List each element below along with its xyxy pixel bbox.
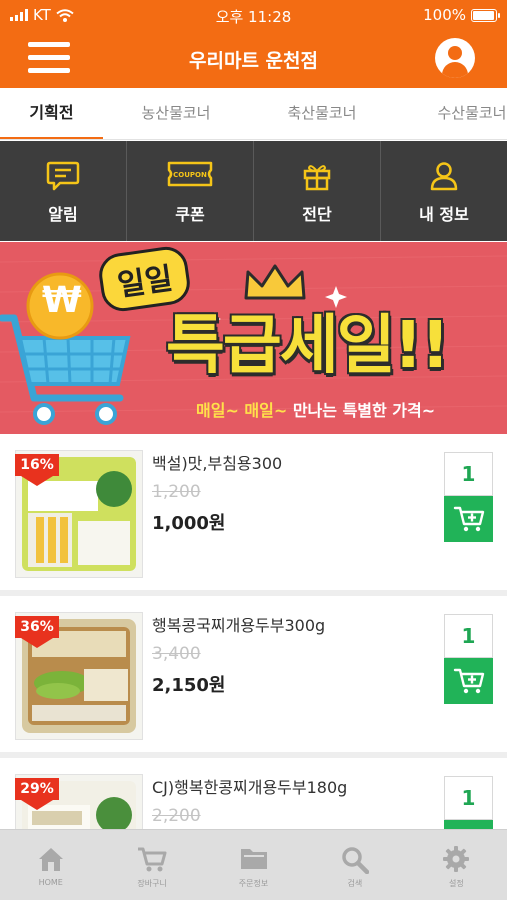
nav-home[interactable]: HOME bbox=[0, 830, 101, 900]
nav-settings[interactable]: 설정 bbox=[406, 830, 507, 900]
page-title: 우리마트 운천점 bbox=[189, 50, 318, 72]
quick-menu-label: 쿠폰 bbox=[175, 205, 205, 224]
quick-menu-label: 내 정보 bbox=[419, 205, 469, 224]
product-name[interactable]: 백설)맛,부침용300 bbox=[152, 450, 282, 474]
quick-menu-coupon[interactable]: COUPON 쿠폰 bbox=[127, 141, 254, 241]
nav-label: 장바구니 bbox=[137, 879, 167, 888]
quantity-field[interactable]: 1 bbox=[444, 776, 493, 820]
quick-menu-flyer[interactable]: 전단 bbox=[254, 141, 381, 241]
original-price: 1,200 bbox=[152, 482, 201, 502]
nav-label: HOME bbox=[38, 878, 63, 887]
tab-special[interactable]: 기획전 bbox=[0, 88, 103, 139]
quick-menu-label: 알림 bbox=[48, 205, 78, 224]
status-bar: KT 오후 11:28 100% bbox=[0, 0, 507, 30]
quantity-field[interactable]: 1 bbox=[444, 614, 493, 658]
nav-search[interactable]: 검색 bbox=[304, 830, 405, 900]
tab-meat[interactable]: 축산물코너 bbox=[268, 88, 376, 139]
tab-produce[interactable]: 농산물코너 bbox=[122, 88, 230, 139]
banner-subtitle-text: 만나는 특별한 가격~ bbox=[287, 401, 436, 420]
nav-label: 검색 bbox=[347, 879, 363, 888]
nav-label: 설정 bbox=[448, 879, 464, 888]
quick-menu-my-info[interactable]: 내 정보 bbox=[381, 141, 507, 241]
quick-menu-label: 전단 bbox=[302, 205, 332, 224]
person-icon bbox=[430, 162, 458, 191]
sale-price: 1,000원 bbox=[152, 513, 226, 534]
discount-badge: 16% bbox=[15, 454, 59, 486]
original-price: 3,400 bbox=[152, 644, 201, 664]
original-price: 2,200 bbox=[152, 806, 201, 826]
coupon-icon-text: COUPON bbox=[173, 171, 207, 179]
add-to-cart-icon bbox=[453, 668, 485, 694]
discount-badge: 36% bbox=[15, 616, 59, 648]
quick-menu: 알림 COUPON 쿠폰 전단 내 정보 bbox=[0, 141, 507, 241]
banner-subtitle: 매일~ 매일~ 만나는 특별한 가격~ bbox=[196, 397, 435, 421]
nav-label: 주문정보 bbox=[238, 879, 269, 888]
product-item[interactable]: 36% 행복콩국찌개용두부300g 3,400 2,150원 1 bbox=[0, 596, 507, 758]
tab-seafood[interactable]: 수산물코너 bbox=[418, 88, 507, 139]
product-name[interactable]: CJ)행복한콩찌개용두부180g bbox=[152, 774, 347, 798]
search-icon bbox=[342, 847, 369, 874]
home-icon bbox=[38, 848, 63, 871]
discount-label: 36% bbox=[15, 616, 59, 638]
category-tabs: 기획전 농산물코너 축산물코너 수산물코너 bbox=[0, 88, 507, 140]
sale-price: 2,150원 bbox=[152, 675, 226, 696]
top-bar: KT 오후 11:28 100% 우리마트 운천점 bbox=[0, 0, 507, 88]
gift-icon bbox=[303, 165, 331, 191]
coupon-icon: COUPON bbox=[167, 161, 213, 187]
chat-icon bbox=[46, 161, 80, 191]
discount-label: 16% bbox=[15, 454, 59, 476]
nav-cart[interactable]: 장바구니 bbox=[101, 830, 202, 900]
battery-icon bbox=[471, 8, 500, 22]
banner-headline: 특급세일!! bbox=[166, 309, 450, 383]
discount-badge: 29% bbox=[15, 778, 59, 810]
banner-subtitle-highlight: 매일~ 매일~ bbox=[196, 401, 288, 420]
discount-label: 29% bbox=[15, 778, 59, 800]
add-to-cart-icon bbox=[453, 506, 485, 532]
battery-fill bbox=[473, 10, 494, 20]
bottom-nav: HOME 장바구니 주문정보 검색 설정 bbox=[0, 829, 507, 900]
product-name[interactable]: 행복콩국찌개용두부300g bbox=[152, 612, 325, 636]
coin-symbol: ₩ bbox=[42, 280, 82, 321]
folder-icon bbox=[240, 849, 267, 869]
cart-icon bbox=[138, 847, 167, 872]
add-to-cart-button[interactable] bbox=[444, 496, 493, 542]
gear-icon bbox=[443, 846, 470, 872]
battery-label: 100% bbox=[423, 6, 466, 24]
add-to-cart-button[interactable] bbox=[444, 658, 493, 704]
promo-banner[interactable]: ₩ 일일 특급세일!! 매일~ 매일~ 만나는 특별한 가격~ bbox=[0, 242, 507, 434]
quantity-field[interactable]: 1 bbox=[444, 452, 493, 496]
nav-orders[interactable]: 주문정보 bbox=[203, 830, 304, 900]
user-icon[interactable] bbox=[435, 38, 475, 78]
product-item[interactable]: 16% 백설)맛,부침용300 1,200 1,000원 1 bbox=[0, 434, 507, 596]
app-header: 우리마트 운천점 bbox=[0, 30, 507, 88]
status-right: 100% bbox=[423, 6, 500, 24]
quick-menu-alerts[interactable]: 알림 bbox=[0, 141, 127, 241]
